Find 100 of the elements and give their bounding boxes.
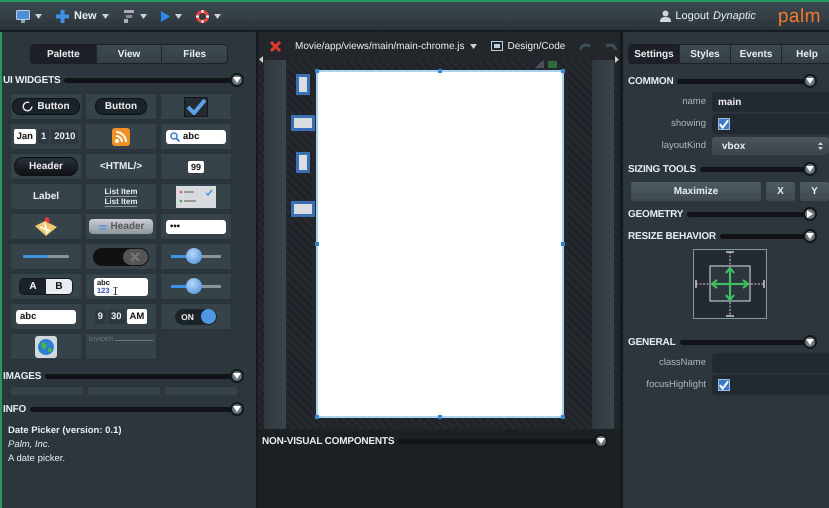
feed-icon <box>112 128 130 146</box>
section-title: SIZING TOOLS <box>628 164 696 174</box>
info-description: A date picker. <box>8 453 66 464</box>
caret-icon <box>214 14 221 18</box>
widget-tile[interactable] <box>85 243 157 270</box>
property-label: focusHighlight <box>645 378 706 392</box>
widget-tile[interactable]: A B <box>10 273 82 300</box>
collapse-button[interactable] <box>803 162 817 176</box>
palette-tab[interactable]: Palette <box>31 45 96 63</box>
triangle-icon <box>233 76 241 84</box>
checkbox[interactable] <box>718 379 730 391</box>
inspector-tab[interactable]: Events <box>730 45 781 63</box>
widget-tile[interactable]: abc <box>10 303 82 330</box>
widget-tile[interactable]: ••• <box>160 213 232 240</box>
widget-tile[interactable] <box>160 273 232 300</box>
widget-tile[interactable]: <HTML/> <box>85 153 157 180</box>
user-icon <box>660 10 672 22</box>
triangle-icon <box>806 210 814 218</box>
widget-tile[interactable]: ON <box>160 303 232 330</box>
widget-tile[interactable] <box>160 243 232 270</box>
inspector-tab[interactable]: Settings <box>629 45 679 63</box>
sample-list-item: List Item <box>104 186 138 196</box>
widget-label: <HTML/> <box>100 161 142 172</box>
resize-behavior-drawing[interactable] <box>693 249 767 319</box>
sample-toolbar-header: Header <box>88 219 154 234</box>
close-icon[interactable] <box>270 40 281 52</box>
caret-icon <box>174 14 182 18</box>
widget-tile[interactable] <box>160 93 232 120</box>
triangle-icon <box>233 405 241 413</box>
collapse-button[interactable] <box>230 402 244 416</box>
checkbox[interactable] <box>718 118 730 130</box>
file-path-dropdown[interactable]: Movie/app/views/main/main-chrome.js <box>295 40 477 52</box>
toolbar-button[interactable] <box>122 9 147 23</box>
widget-tile[interactable] <box>10 243 82 270</box>
menu-preview-icon <box>176 186 216 208</box>
component-thumbnail[interactable] <box>291 115 315 131</box>
sample-header: Header <box>14 157 78 176</box>
swap-icon <box>98 222 108 230</box>
widget-tile[interactable]: Jan 1 2010 <box>10 123 82 150</box>
triangle-icon <box>806 338 814 346</box>
widget-tile[interactable]: abc <box>160 123 232 150</box>
property-field[interactable]: main <box>712 92 829 112</box>
widget-tile[interactable] <box>160 183 232 210</box>
triangle-icon <box>806 232 814 240</box>
time-part: AM <box>126 309 148 324</box>
component-thumbnail[interactable] <box>296 152 310 173</box>
inspector-tab[interactable]: Help <box>781 45 829 63</box>
widget-tile[interactable] <box>10 333 82 360</box>
sizing-button[interactable]: X <box>766 182 795 201</box>
sample-list-item: List Item <box>104 196 138 206</box>
widget-tile[interactable] <box>10 213 82 240</box>
logo: palm <box>778 6 821 26</box>
inspector-tab[interactable]: Styles <box>679 45 730 63</box>
widget-tile[interactable]: Header <box>10 153 82 180</box>
logout-link[interactable]: Logout Dynaptic <box>660 10 756 22</box>
sample-input-field: abc <box>16 310 76 324</box>
widget-tile[interactable]: Button <box>85 93 157 120</box>
triangle-icon <box>806 165 814 173</box>
toolbar-button[interactable] <box>16 10 42 22</box>
collapse-button[interactable] <box>230 73 244 87</box>
date-part: 2010 <box>51 129 78 144</box>
property-group-title: GEOMETRY <box>628 208 684 220</box>
caret-icon <box>102 14 109 18</box>
collapse-button[interactable] <box>594 434 608 448</box>
design-code-button[interactable]: Design/Code <box>490 40 566 52</box>
toolbar-button[interactable] <box>196 10 221 22</box>
caret-icon <box>35 14 42 18</box>
widget-tile[interactable]: Button <box>10 93 82 120</box>
component-thumbnail[interactable] <box>296 74 310 95</box>
plus-icon <box>56 10 69 22</box>
toolbar-button[interactable] <box>160 10 182 22</box>
widget-tile[interactable]: List Item List Item <box>85 183 157 210</box>
triangle-icon <box>597 437 605 445</box>
expand-button[interactable] <box>803 207 817 221</box>
property-label: layoutKind <box>660 139 706 153</box>
component-thumbnail[interactable] <box>291 201 315 217</box>
sample-button: Button <box>12 98 80 115</box>
sample-password-field: ••• <box>166 220 226 234</box>
palette-tab[interactable]: View <box>96 45 162 63</box>
collapse-button[interactable] <box>803 335 817 349</box>
sample-switch: ON <box>175 308 217 324</box>
caret-icon <box>470 44 477 48</box>
collapse-button[interactable] <box>230 369 244 383</box>
widget-tile[interactable]: 9 30 AM <box>85 303 157 330</box>
widget-tile[interactable] <box>85 123 157 150</box>
caret-icon <box>140 14 147 18</box>
collapse-button[interactable] <box>803 74 817 88</box>
section-title: INFO <box>3 404 26 414</box>
sizing-button[interactable]: Maximize <box>631 182 761 201</box>
layout-icon <box>490 41 503 51</box>
sizing-button[interactable]: Y <box>800 182 829 201</box>
palette-tab[interactable]: Files <box>161 45 227 63</box>
widget-tile[interactable]: Header <box>85 213 157 240</box>
widget-tile[interactable]: Label <box>10 183 82 210</box>
collapse-button[interactable] <box>803 229 817 243</box>
layout-select[interactable]: vbox <box>712 137 829 155</box>
widget-tile[interactable]: 99 <box>160 153 232 180</box>
new-button[interactable]: New <box>56 10 109 22</box>
date-part: 1 <box>38 129 50 144</box>
property-label: name <box>681 95 706 109</box>
